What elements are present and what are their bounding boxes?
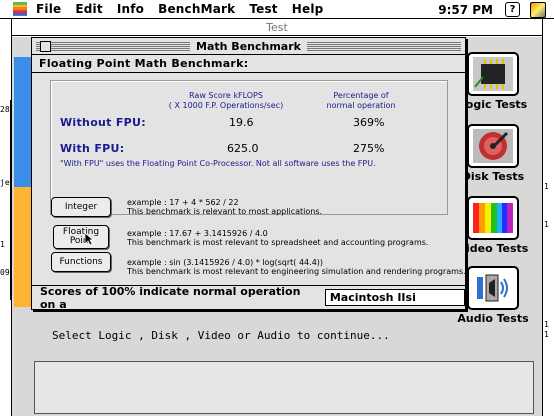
without-fpu-percentage: 369%: [353, 116, 385, 129]
hard-disk-icon: [467, 124, 519, 168]
menu-clock: 9:57 PM: [438, 2, 493, 17]
integer-example: example : 17 + 4 * 562 / 22: [127, 198, 239, 207]
logic-tests-button[interactable]: Logic Tests: [459, 52, 527, 111]
disk-tests-button[interactable]: Disk Tests: [461, 124, 525, 183]
benchmark-heading: Floating Point Math Benchmark:: [32, 55, 465, 73]
speaker-icon: [467, 266, 519, 310]
right-edge-text: 1: [544, 320, 549, 329]
results-panel: Raw Score kFLOPS ( X 1000 F.P. Operation…: [50, 80, 448, 215]
menu-file[interactable]: File: [36, 2, 61, 16]
percentage-header-line: Percentage of: [333, 91, 389, 100]
integer-relevance: This benchmark is relevant to most appli…: [127, 207, 323, 216]
scores-note: Scores of 100% indicate normal operation…: [40, 284, 301, 311]
functions-benchmark-button[interactable]: Functions: [51, 252, 111, 272]
logic-chip-icon: [467, 52, 519, 96]
apple-menu-icon[interactable]: [13, 2, 27, 16]
right-edge-window-fragment: 1 1 1 1: [543, 180, 554, 340]
floating-point-benchmark-button[interactable]: Floating Point: [53, 225, 109, 249]
left-edge-text: 1: [0, 240, 5, 249]
functions-relevance: This benchmark is most relevant to engin…: [127, 267, 466, 276]
color-bars-icon: [467, 196, 519, 240]
percentage-header: Percentage of normal operation: [306, 91, 416, 111]
video-tests-label: Video Tests: [457, 242, 529, 255]
audio-tests-label: Audio Tests: [457, 312, 529, 325]
dialog-title: Math Benchmark: [190, 39, 307, 53]
integer-benchmark-description: example : 17 + 4 * 562 / 22 This benchma…: [127, 198, 322, 216]
raw-score-subheader: ( X 1000 F.P. Operations/sec): [168, 101, 284, 110]
decorative-stripe: [14, 187, 32, 307]
floating-point-benchmark-description: example : 17.67 + 3.1415926 / 4.0 This b…: [127, 229, 428, 247]
raw-score-header-line: Raw Score kFLOPS: [189, 91, 263, 100]
decorative-stripe: [14, 57, 32, 187]
floating-point-example: example : 17.67 + 3.1415926 / 4.0: [127, 229, 268, 238]
audio-tests-button[interactable]: Audio Tests: [457, 266, 529, 325]
video-tests-button[interactable]: Video Tests: [458, 196, 528, 255]
menu-bar: File Edit Info BenchMark Test Help 9:57 …: [0, 0, 554, 19]
menu-test[interactable]: Test: [249, 2, 277, 16]
disk-tests-label: Disk Tests: [461, 170, 525, 183]
dialog-title-bar[interactable]: Math Benchmark: [32, 38, 465, 55]
without-fpu-score: 19.6: [229, 116, 254, 129]
left-edge-text: 28: [0, 105, 10, 114]
right-edge-text: 1: [544, 182, 549, 191]
menu-edit[interactable]: Edit: [75, 2, 102, 16]
without-fpu-label: Without FPU:: [60, 116, 146, 129]
left-edge-window-fragment: 28 jec 1 098: [0, 100, 14, 300]
menu-info[interactable]: Info: [117, 2, 144, 16]
test-window-title: Test: [12, 19, 542, 36]
raw-score-header: Raw Score kFLOPS ( X 1000 F.P. Operation…: [156, 91, 296, 111]
math-benchmark-window: Math Benchmark Floating Point Math Bench…: [31, 37, 466, 311]
menu-help[interactable]: Help: [292, 2, 324, 16]
functions-benchmark-description: example : sin (3.1415926 / 4.0) * log(sq…: [127, 258, 466, 276]
right-edge-text: 1: [544, 220, 549, 229]
floating-point-relevance: This benchmark is most relevant to sprea…: [127, 238, 429, 247]
mouse-cursor-icon: [84, 232, 94, 246]
fpu-footnote: "With FPU" uses the Floating Point Co-Pr…: [60, 159, 376, 168]
menu-benchmark[interactable]: BenchMark: [158, 2, 235, 16]
balloon-help-icon[interactable]: ?: [505, 2, 520, 17]
scores-note-bar: Scores of 100% indicate normal operation…: [32, 284, 465, 311]
percentage-subheader: normal operation: [326, 101, 396, 110]
functions-example: example : sin (3.1415926 / 4.0) * log(sq…: [127, 258, 324, 267]
machine-name-field[interactable]: Macintosh IIsi: [324, 289, 465, 306]
logic-tests-label: Logic Tests: [458, 98, 528, 111]
continue-prompt: Select Logic , Disk , Video or Audio to …: [52, 329, 390, 342]
status-panel: [34, 361, 534, 414]
with-fpu-score: 625.0: [227, 142, 259, 155]
with-fpu-percentage: 275%: [353, 142, 385, 155]
close-box-icon[interactable]: [40, 41, 51, 52]
right-edge-text: 1: [544, 330, 549, 339]
integer-benchmark-button[interactable]: Integer: [51, 197, 111, 217]
with-fpu-label: With FPU:: [60, 142, 125, 155]
application-menu-icon[interactable]: [530, 1, 546, 18]
